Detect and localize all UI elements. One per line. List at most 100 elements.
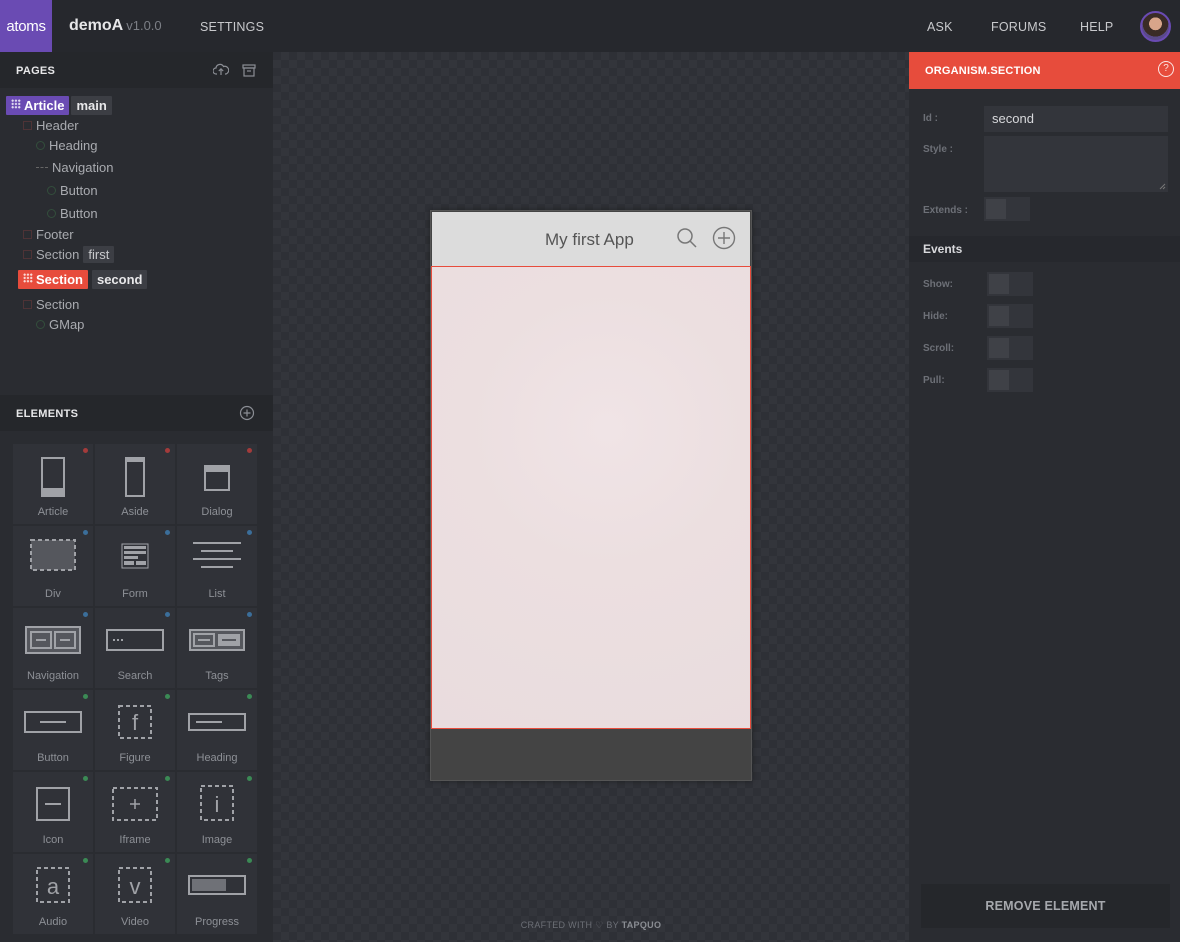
show-label: Show: bbox=[923, 279, 953, 290]
element-tile-label: Dialog bbox=[201, 506, 233, 518]
tree-item-button[interactable]: Button bbox=[47, 206, 98, 221]
element-tile-label: Iframe bbox=[119, 834, 151, 846]
tree-item-navigation[interactable]: Navigation bbox=[36, 160, 113, 175]
atoms-logo[interactable]: atoms bbox=[0, 0, 52, 52]
organism-marker-icon bbox=[23, 250, 32, 259]
element-tile-navigation[interactable]: Navigation bbox=[13, 608, 93, 688]
scroll-toggle[interactable] bbox=[987, 336, 1033, 360]
svg-text:v: v bbox=[130, 874, 141, 899]
remove-element-button[interactable]: REMOVE ELEMENT bbox=[921, 884, 1170, 928]
tree-label: Button bbox=[60, 206, 98, 221]
pull-toggle[interactable] bbox=[987, 368, 1033, 392]
element-tile-label: Video bbox=[121, 916, 149, 928]
show-toggle[interactable] bbox=[987, 272, 1033, 296]
tree-item-section[interactable]: Section bbox=[23, 297, 79, 312]
toggle-knob bbox=[989, 338, 1009, 358]
tree-pill-article: Article bbox=[6, 96, 70, 115]
element-tile-label: Form bbox=[122, 588, 148, 600]
phone-header[interactable]: My first App bbox=[432, 212, 750, 266]
resize-handle-icon[interactable] bbox=[1159, 183, 1166, 190]
element-tile-dialog[interactable]: Dialog bbox=[177, 444, 257, 524]
extends-toggle[interactable] bbox=[984, 197, 1030, 221]
help-link[interactable]: HELP bbox=[1080, 20, 1113, 34]
tree-item-section-second[interactable]: Section second bbox=[18, 270, 148, 289]
element-tile-aside[interactable]: Aside bbox=[95, 444, 175, 524]
element-tile-button[interactable]: Button bbox=[13, 690, 93, 770]
tree-label: Section bbox=[36, 247, 80, 262]
add-circle-icon[interactable] bbox=[239, 405, 255, 421]
element-tile-div[interactable]: Div bbox=[13, 526, 93, 606]
element-tile-image[interactable]: i Image bbox=[177, 772, 257, 852]
element-tile-list[interactable]: List bbox=[177, 526, 257, 606]
category-dot bbox=[247, 858, 252, 863]
category-dot bbox=[247, 448, 252, 453]
ask-link[interactable]: ASK bbox=[927, 20, 953, 34]
element-tile-label: List bbox=[208, 588, 226, 600]
tree-label: Footer bbox=[36, 227, 74, 242]
app-name-text: demoA bbox=[69, 17, 124, 34]
element-tile-form[interactable]: Form bbox=[95, 526, 175, 606]
tree-item-gmap[interactable]: GMap bbox=[36, 317, 84, 332]
phone-app-title: My first App bbox=[545, 230, 634, 249]
form-icon bbox=[120, 540, 150, 575]
hide-toggle[interactable] bbox=[987, 304, 1033, 328]
element-tile-article[interactable]: Article bbox=[13, 444, 93, 524]
element-tile-heading[interactable]: Heading bbox=[177, 690, 257, 770]
element-tile-label: Button bbox=[37, 752, 69, 764]
credits-brand[interactable]: TAPQUO bbox=[622, 920, 662, 930]
button-icon bbox=[24, 710, 82, 739]
tree-label: Section bbox=[36, 272, 83, 287]
extends-label: Extends : bbox=[923, 205, 969, 216]
atom-marker-icon bbox=[36, 141, 45, 150]
forums-link[interactable]: FORUMS bbox=[991, 20, 1046, 34]
category-dot bbox=[165, 776, 170, 781]
iframe-icon bbox=[111, 786, 159, 827]
element-tile-audio[interactable]: a Audio bbox=[13, 854, 93, 934]
user-avatar[interactable] bbox=[1140, 11, 1171, 42]
phone-preview: My first App bbox=[430, 210, 752, 781]
heading-icon bbox=[188, 712, 246, 737]
element-tile-label: Article bbox=[37, 506, 69, 518]
toggle-knob bbox=[989, 274, 1009, 294]
events-title: Events bbox=[923, 242, 963, 256]
organism-marker-icon bbox=[23, 230, 32, 239]
design-canvas[interactable]: My first App CRAFTED WITH ♡ BY TAPQUO bbox=[273, 52, 909, 942]
tree-item-button[interactable]: Button bbox=[47, 183, 98, 198]
plus-circle-icon[interactable] bbox=[712, 226, 736, 250]
archive-icon[interactable] bbox=[241, 62, 257, 78]
tree-item-article[interactable]: Article main bbox=[6, 96, 112, 115]
id-input[interactable]: second bbox=[984, 106, 1168, 132]
category-dot bbox=[247, 694, 252, 699]
search-icon[interactable] bbox=[676, 227, 698, 249]
element-tile-iframe[interactable]: Iframe bbox=[95, 772, 175, 852]
tree-item-heading[interactable]: Heading bbox=[36, 138, 97, 153]
element-tile-icon[interactable]: Icon bbox=[13, 772, 93, 852]
top-bar: atoms demoA v1.0.0 SETTINGS ASK FORUMS HE… bbox=[0, 0, 1180, 52]
element-tile-search[interactable]: Search bbox=[95, 608, 175, 688]
aside-icon bbox=[124, 456, 146, 503]
category-dot bbox=[165, 448, 170, 453]
icon-element-icon bbox=[35, 786, 71, 827]
atom-marker-icon bbox=[36, 320, 45, 329]
tree-item-footer[interactable]: Footer bbox=[23, 227, 74, 242]
phone-footer[interactable] bbox=[432, 729, 750, 779]
element-tile-figure[interactable]: f Figure bbox=[95, 690, 175, 770]
element-tile-progress[interactable]: Progress bbox=[177, 854, 257, 934]
style-textarea[interactable] bbox=[984, 136, 1168, 192]
organism-marker-icon bbox=[23, 300, 32, 309]
image-icon: i bbox=[199, 784, 235, 827]
element-tile-label: Image bbox=[201, 834, 233, 846]
element-tile-video[interactable]: v Video bbox=[95, 854, 175, 934]
tree-item-header[interactable]: Header bbox=[23, 118, 79, 133]
svg-text:a: a bbox=[47, 874, 60, 899]
app-version: v1.0.0 bbox=[126, 18, 162, 33]
cloud-upload-icon[interactable] bbox=[213, 62, 229, 78]
element-tile-label: Search bbox=[117, 670, 153, 682]
help-icon[interactable]: ? bbox=[1158, 61, 1174, 77]
tree-item-section-first[interactable]: Section first bbox=[23, 246, 115, 263]
tree-label: Article bbox=[24, 98, 65, 113]
settings-link[interactable]: SETTINGS bbox=[200, 20, 264, 34]
id-label: Id : bbox=[923, 113, 938, 124]
element-tile-tags[interactable]: Tags bbox=[177, 608, 257, 688]
phone-section-selected[interactable] bbox=[431, 266, 751, 729]
